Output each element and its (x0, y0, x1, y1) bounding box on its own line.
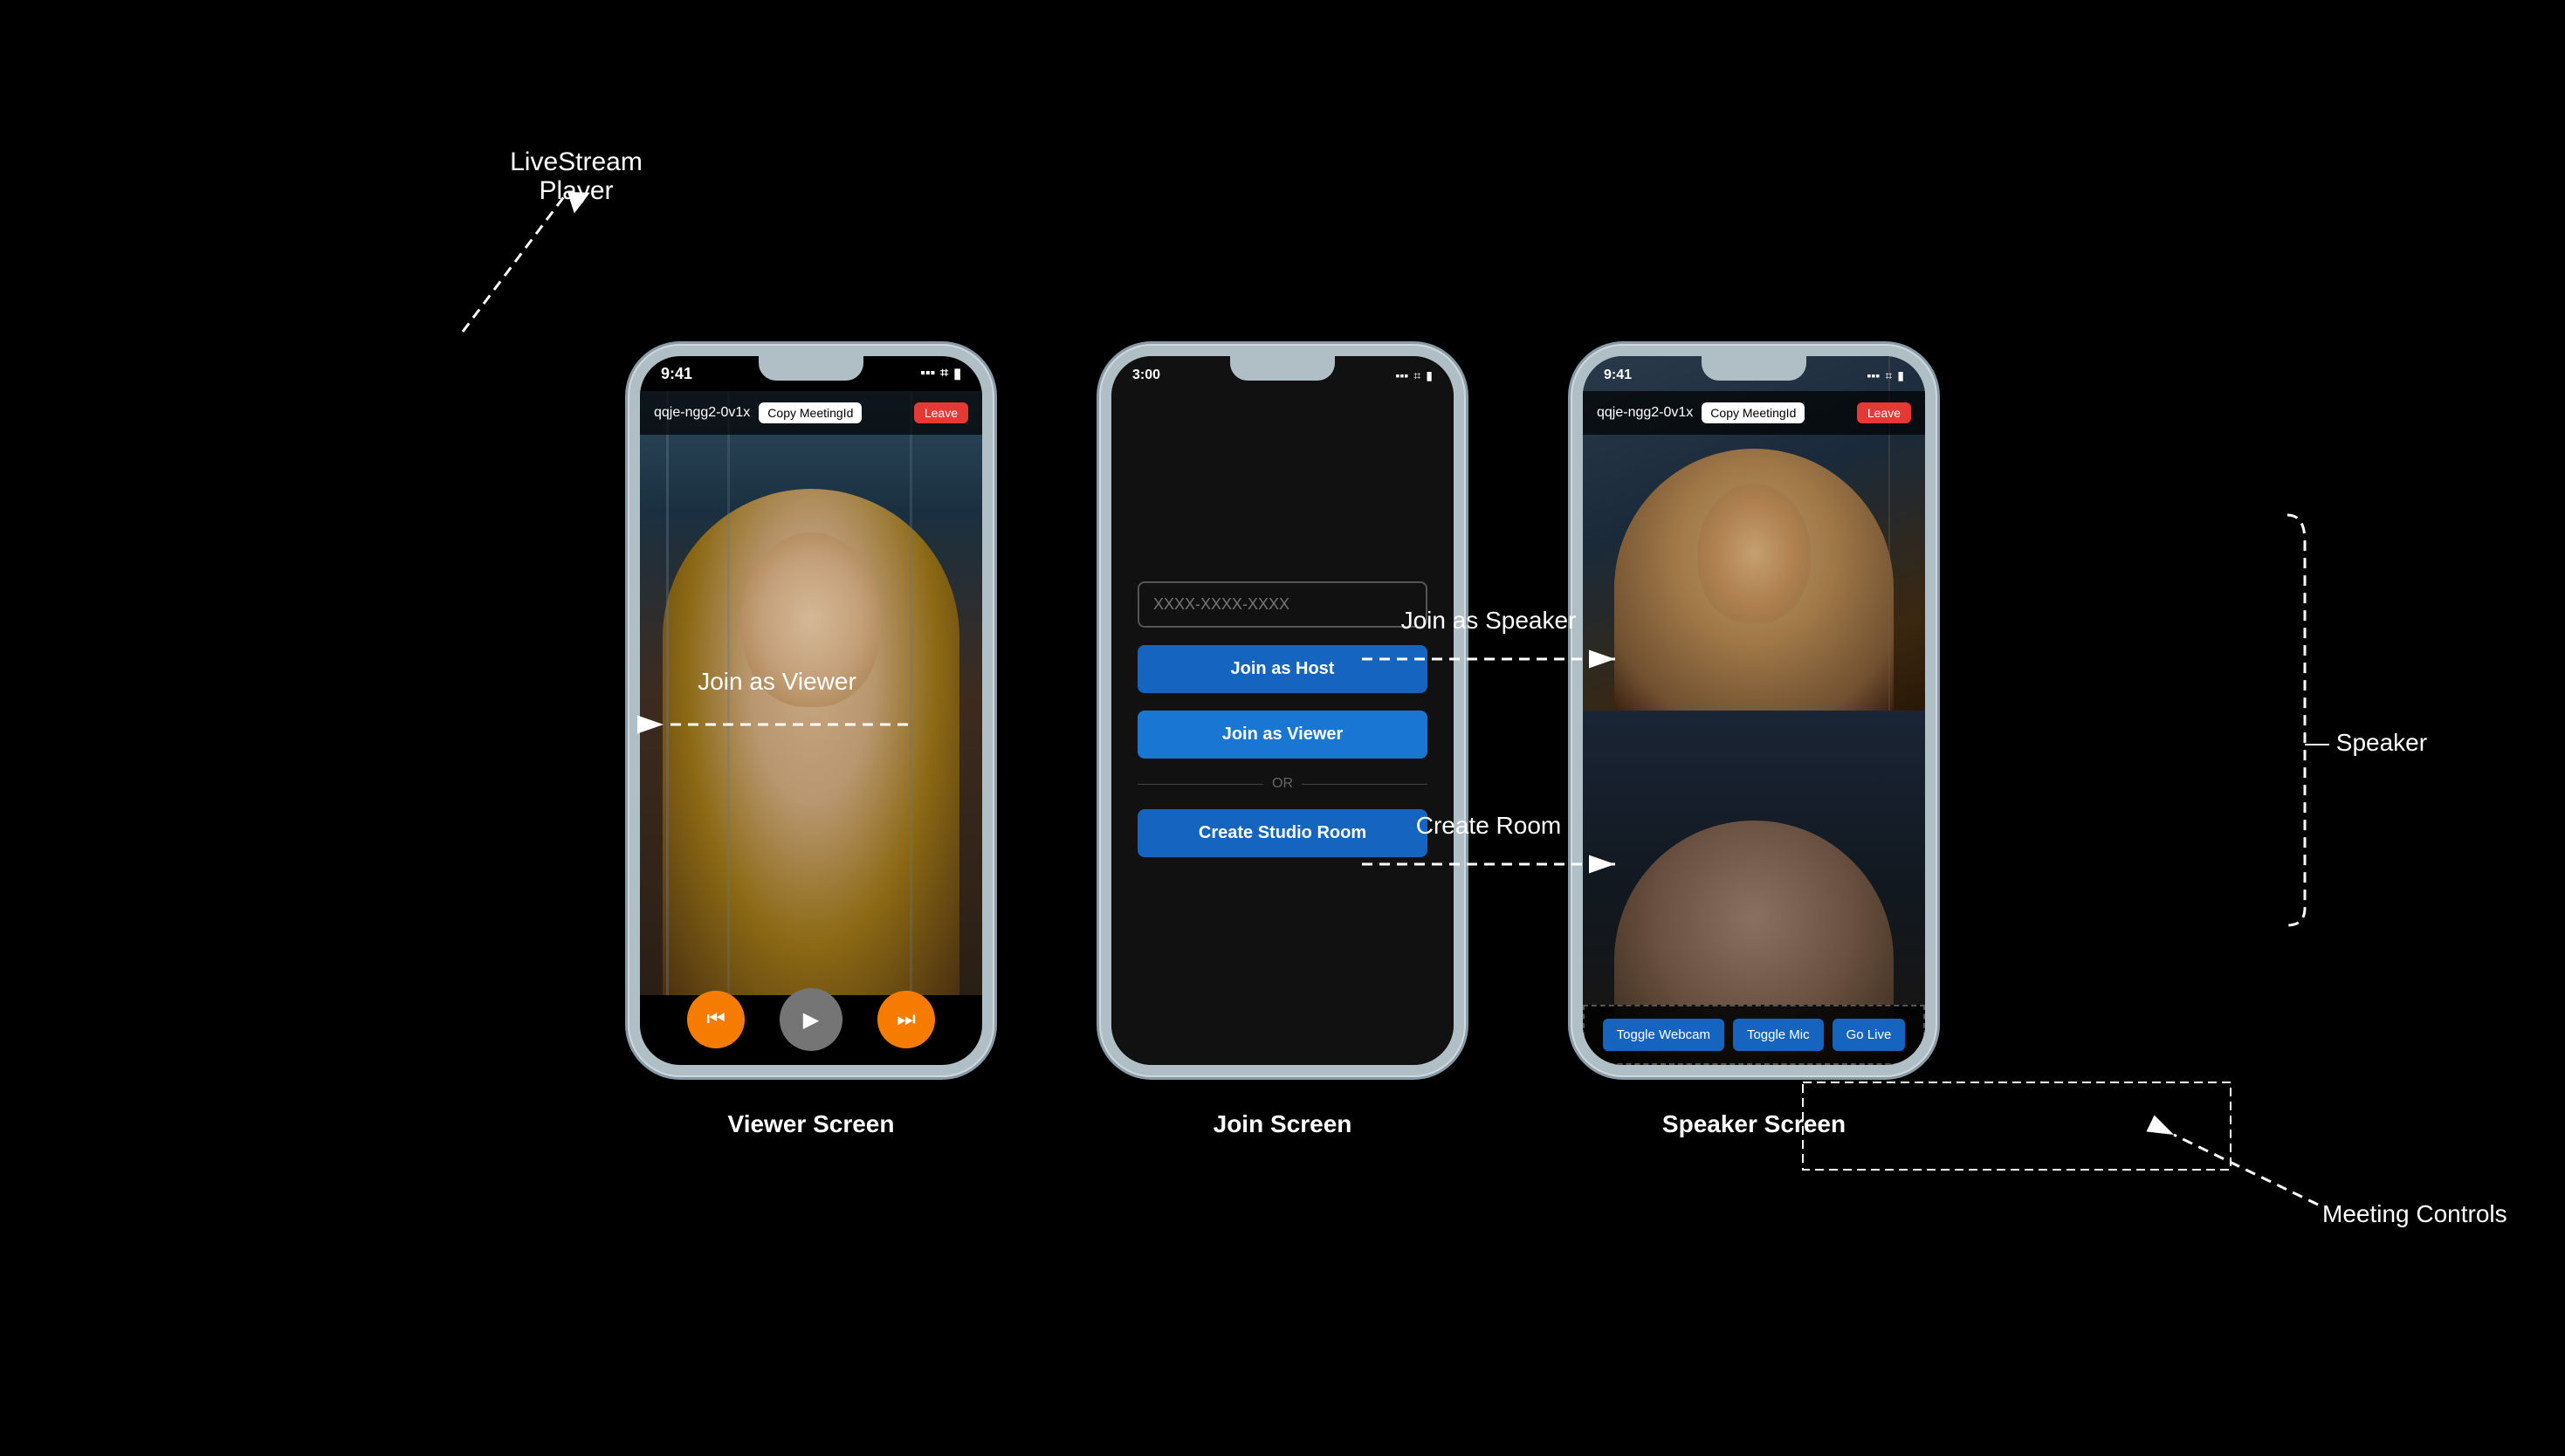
or-text: OR (1272, 776, 1293, 792)
play-icon: ▶ (803, 1007, 819, 1033)
join-status-icons: ▪▪▪ ⌗ ▮ (1396, 368, 1434, 383)
join-viewer-btn[interactable]: Join as Viewer (1138, 711, 1427, 759)
speaker-wifi-icon: ⌗ (1885, 368, 1892, 383)
prev-icon: ⏮ (706, 1007, 725, 1032)
main-diagram: 9:41 ▪▪▪ ⌗ ▮ qqje-ngg2- (0, 0, 2565, 1456)
bg-line-2 (727, 391, 730, 995)
speaker-phone: 9:41 ▪▪▪ ⌗ ▮ qqje-ngg2-0v1x Copy Meeting… (1571, 344, 1937, 1077)
next-icon: ⏭ (897, 1007, 916, 1032)
join-wifi-icon: ⌗ (1413, 368, 1420, 383)
join-battery-icon: ▮ (1426, 368, 1433, 383)
viewer-phone: 9:41 ▪▪▪ ⌗ ▮ qqje-ngg2- (628, 344, 994, 1077)
speaker-status-icons: ▪▪▪ ⌗ ▮ (1867, 368, 1905, 383)
signal-icon: ▪▪▪ (920, 366, 935, 381)
speaker-header-bar: qqje-ngg2-0v1x Copy MeetingId Leave (1583, 391, 1925, 435)
create-room-btn[interactable]: Create Studio Room (1138, 809, 1427, 857)
toggle-webcam-btn[interactable]: Toggle Webcam (1603, 1019, 1724, 1051)
speaker-status-bar: 9:41 ▪▪▪ ⌗ ▮ (1583, 356, 1925, 395)
phone-notch-viewer (759, 356, 863, 381)
toggle-mic-btn[interactable]: Toggle Mic (1733, 1019, 1824, 1051)
speaker-signal-icon: ▪▪▪ (1867, 368, 1881, 383)
wifi-icon: ⌗ (940, 366, 948, 381)
viewer-play-btn[interactable]: ▶ (780, 988, 842, 1051)
meeting-id-input[interactable] (1138, 581, 1427, 628)
battery-icon: ▮ (953, 365, 961, 382)
join-screen-content: 3:00 ▪▪▪ ⌗ ▮ Join as Host Join as Viewer… (1111, 356, 1454, 1065)
viewer-video-controls: ⏮ ▶ ⏭ (640, 988, 982, 1051)
speaker-controls-bar: Toggle Webcam Toggle Mic Go Live (1583, 1005, 1925, 1065)
viewer-video-feed (640, 391, 982, 995)
viewer-leave-btn[interactable]: Leave (914, 402, 968, 423)
join-screen-label: Join Screen (1214, 1110, 1352, 1138)
viewer-time: 9:41 (661, 365, 692, 383)
speaker-battery-icon: ▮ (1897, 368, 1904, 383)
viewer-meeting-id: qqje-ngg2-0v1x (654, 405, 750, 421)
speaker-screen-content: 9:41 ▪▪▪ ⌗ ▮ qqje-ngg2-0v1x Copy Meeting… (1583, 356, 1925, 1065)
bg-line-3 (910, 391, 912, 995)
viewer-copy-btn[interactable]: Copy MeetingId (759, 402, 862, 423)
viewer-status-icons: ▪▪▪ ⌗ ▮ (920, 365, 961, 382)
speaker-video-bottom: Toggle Webcam Toggle Mic Go Live (1583, 711, 1925, 1065)
join-time: 3:00 (1132, 367, 1160, 383)
speaker-screen: 9:41 ▪▪▪ ⌗ ▮ qqje-ngg2-0v1x Copy Meeting… (1583, 356, 1925, 1065)
join-host-btn[interactable]: Join as Host (1138, 645, 1427, 693)
join-phone: 3:00 ▪▪▪ ⌗ ▮ Join as Host Join as Viewer… (1099, 344, 1466, 1077)
viewer-screen-label: Viewer Screen (728, 1110, 895, 1138)
viewer-next-btn[interactable]: ⏭ (877, 991, 935, 1048)
speaker-meeting-id: qqje-ngg2-0v1x (1597, 405, 1693, 421)
join-signal-icon: ▪▪▪ (1396, 368, 1409, 383)
or-divider: OR (1138, 776, 1427, 792)
speaker-copy-btn[interactable]: Copy MeetingId (1702, 402, 1805, 423)
go-live-btn[interactable]: Go Live (1833, 1019, 1906, 1051)
phone-notch-join (1230, 356, 1335, 381)
viewer-screen: 9:41 ▪▪▪ ⌗ ▮ qqje-ngg2- (640, 356, 982, 1065)
speaker-screen-label: Speaker Screen (1662, 1110, 1846, 1138)
join-screen: 3:00 ▪▪▪ ⌗ ▮ Join as Host Join as Viewer… (1111, 356, 1454, 1065)
viewer-person-silhouette (663, 489, 959, 995)
viewer-header-bar: qqje-ngg2-0v1x Copy MeetingId Leave (640, 391, 982, 435)
bg-line-1 (666, 391, 669, 995)
speaker-leave-btn[interactable]: Leave (1857, 402, 1911, 423)
viewer-prev-btn[interactable]: ⏮ (687, 991, 745, 1048)
speaker-time: 9:41 (1604, 367, 1632, 383)
speaker-face-top (1614, 449, 1894, 711)
